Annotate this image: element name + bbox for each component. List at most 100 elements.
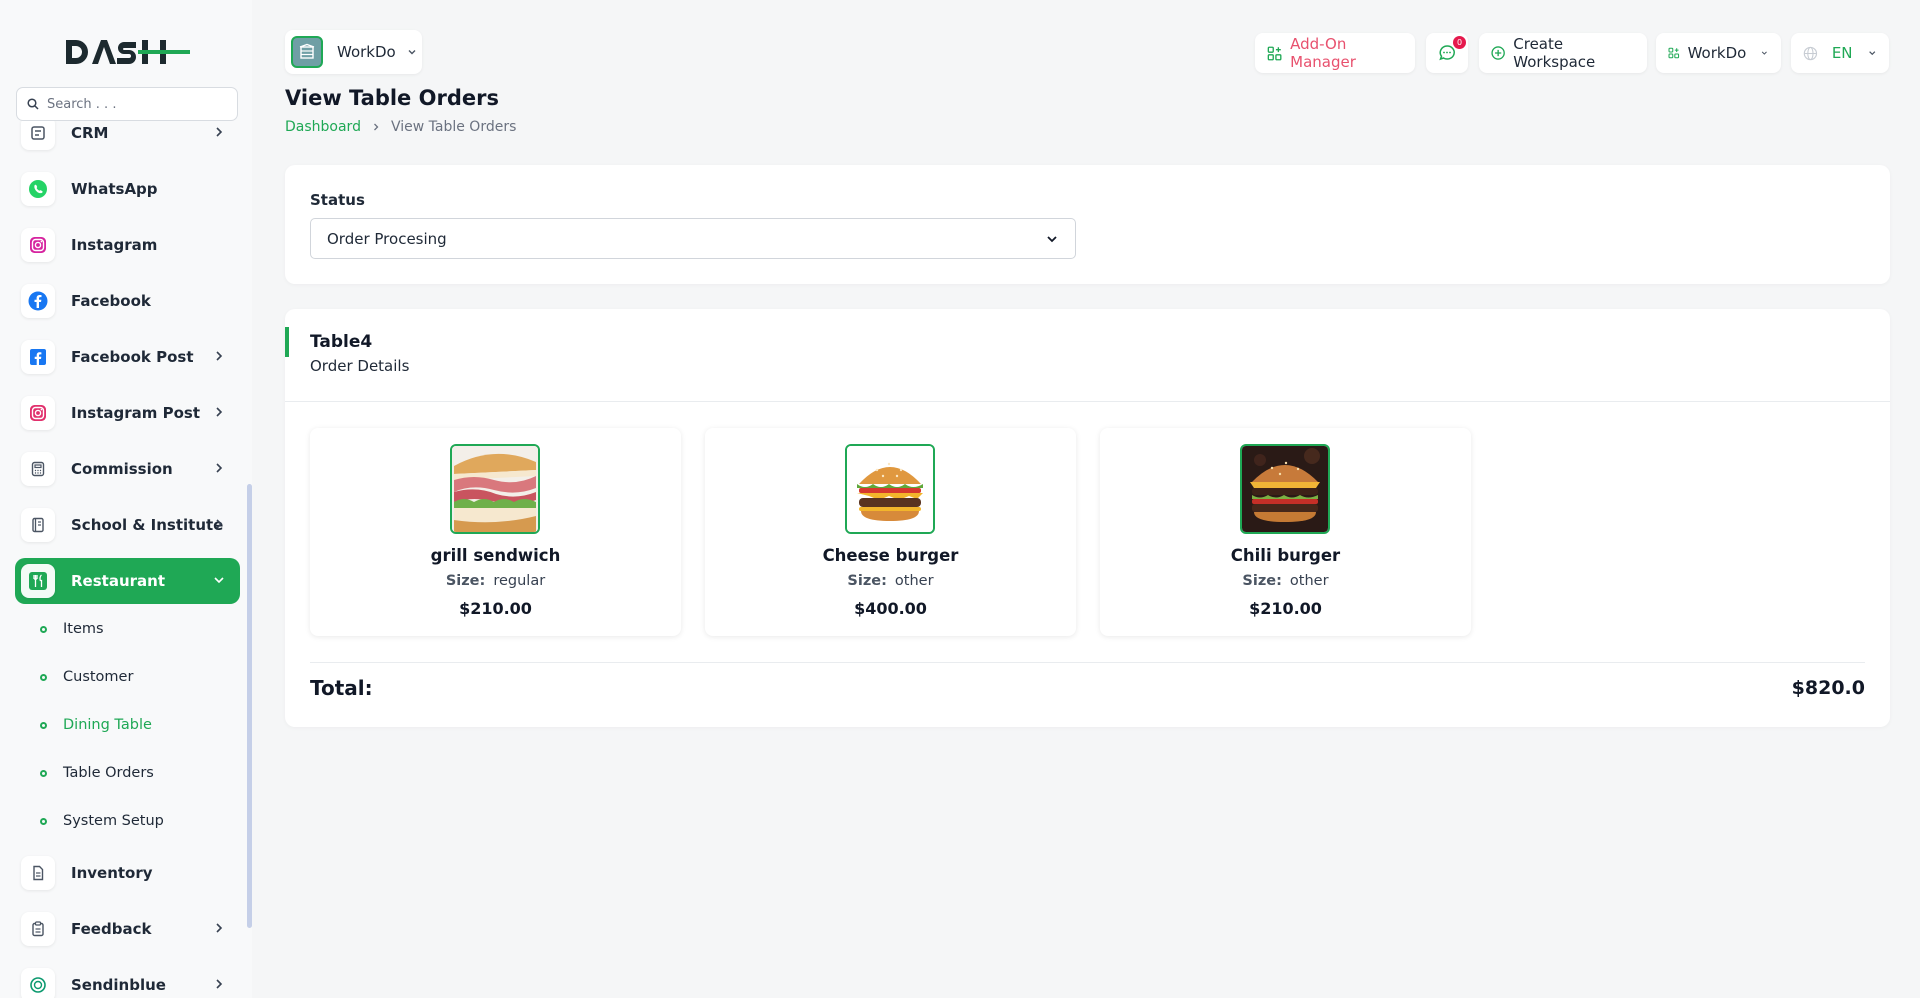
sidebar-subitem-label: Items [63,621,104,637]
chevron-down-icon [214,577,224,584]
item-name: Chili burger [1230,546,1341,565]
chevron-right-icon [216,351,223,361]
bullet-icon [40,721,47,729]
item-size-value: other [894,573,934,589]
order-item-card: Chili burger Size: other $210.00 [1100,428,1471,636]
workspace-switcher[interactable]: WorkDo [285,30,422,74]
order-subtitle: Order Details [310,357,410,375]
breadcrumb-dashboard-link[interactable]: Dashboard [285,119,361,135]
sidebar-item-crm[interactable]: CRM [15,121,240,156]
sidebar-item-label: CRM [71,124,109,142]
bullet-icon [40,769,47,777]
chevron-down-icon [1868,51,1875,56]
search-input[interactable] [47,96,217,112]
sidebar-subitem-label: Table Orders [63,765,154,781]
sidebar-item-facebook[interactable]: Facebook [15,278,240,324]
sidebar-item-label: Commission [71,460,173,478]
sidebar-item-feedback[interactable]: Feedback [15,906,240,952]
sidebar-subitem-label: System Setup [63,813,164,829]
search-bar[interactable] [16,87,238,121]
item-price: $400.00 [854,599,927,618]
sidebar-subitem-table-orders[interactable]: Table Orders [40,761,154,785]
bullet-icon [40,673,47,681]
item-size: Size: other [705,573,1076,589]
sidebar-item-inventory[interactable]: Inventory [15,850,240,896]
divider [285,401,1890,402]
cheeseburger-image [845,444,935,534]
page-title: View Table Orders [285,86,499,110]
sidebar-subitem-customer[interactable]: Customer [40,665,133,689]
total-value: $820.0 [1791,677,1865,699]
order-item-card: Cheese burger Size: other $400.00 [705,428,1076,636]
item-name: Cheese burger [822,546,959,565]
bullet-icon [40,625,47,633]
crm-icon [21,121,55,150]
book-icon [21,508,55,542]
sidebar-subitem-items[interactable]: Items [40,617,104,641]
chevron-down-icon [1762,51,1768,55]
sidebar-item-label: WhatsApp [71,180,158,198]
document-icon [21,856,55,890]
chat-icon [1439,45,1455,61]
whatsapp-icon [21,172,55,206]
restaurant-icon [21,564,55,598]
sendinblue-icon [21,968,55,998]
search-icon [27,98,39,110]
chevron-right-icon [216,463,223,473]
item-size-key: Size: [445,573,486,589]
status-select[interactable]: Order Procesing [310,218,1076,259]
item-size: Size: other [1100,573,1471,589]
sandwich-image [450,444,540,534]
notifications-button[interactable]: 0 [1426,33,1468,73]
chevron-right-icon [216,979,223,989]
sidebar: CRM WhatsApp Instagram [0,0,252,998]
status-label: Status [310,191,365,209]
sidebar-item-sendinblue[interactable]: Sendinblue [15,962,240,998]
sidebar-item-label: Sendinblue [71,976,166,994]
table-name: Table4 [310,332,373,352]
chevron-right-icon [216,127,223,137]
item-size-value: other [1289,573,1329,589]
grid-plus-icon [1267,46,1282,60]
item-size-key: Size: [847,573,887,589]
sidebar-item-instagram-post[interactable]: Instagram Post [15,390,240,436]
workspace-menu-button[interactable]: WorkDo [1656,33,1781,73]
sidebar-item-school-institute[interactable]: School & Institute [15,502,240,548]
sidebar-item-label: Inventory [71,864,153,882]
create-workspace-label: Create Workspace [1513,35,1596,71]
sidebar-item-commission[interactable]: Commission [15,446,240,492]
building-icon [291,36,323,68]
sidebar-item-label: School & Institute [71,516,224,534]
globe-icon [1803,46,1818,60]
item-size-key: Size: [1242,573,1282,589]
calculator-icon [21,452,55,486]
workspace-name: WorkDo [337,43,396,61]
sidebar-item-facebook-post[interactable]: Facebook Post [15,334,240,380]
language-label: EN [1831,44,1853,62]
item-size-value: regular [493,573,546,589]
notification-badge: 0 [1453,36,1466,49]
create-workspace-button[interactable]: Create Workspace [1479,33,1647,73]
accent-bar [285,327,289,357]
sidebar-subitem-dining-table[interactable]: Dining Table [40,713,152,737]
sidebar-item-whatsapp[interactable]: WhatsApp [15,166,240,212]
sidebar-item-instagram[interactable]: Instagram [15,222,240,268]
addon-manager-button[interactable]: Add-On Manager [1255,33,1415,73]
sidebar-subitem-label: Customer [63,669,134,685]
item-price: $210.00 [459,599,532,618]
language-selector[interactable]: EN [1791,33,1889,73]
sidebar-item-label: Restaurant [71,572,165,590]
total-label: Total: [310,676,373,700]
sidebar-subitem-system-setup[interactable]: System Setup [40,809,164,833]
sidebar-item-restaurant[interactable]: Restaurant [15,558,240,604]
instagram-post-icon [21,396,55,430]
chevron-down-icon [408,50,416,55]
sidebar-item-label: Instagram Post [71,404,200,422]
sidebar-item-label: Feedback [71,920,152,938]
workspace-menu-label: WorkDo [1687,44,1747,62]
status-card: Status Order Procesing [285,165,1890,284]
instagram-icon [21,228,55,262]
breadcrumb-current: View Table Orders [390,119,517,135]
sidebar-scrollbar[interactable] [247,484,252,928]
dash-logo[interactable] [64,34,192,70]
